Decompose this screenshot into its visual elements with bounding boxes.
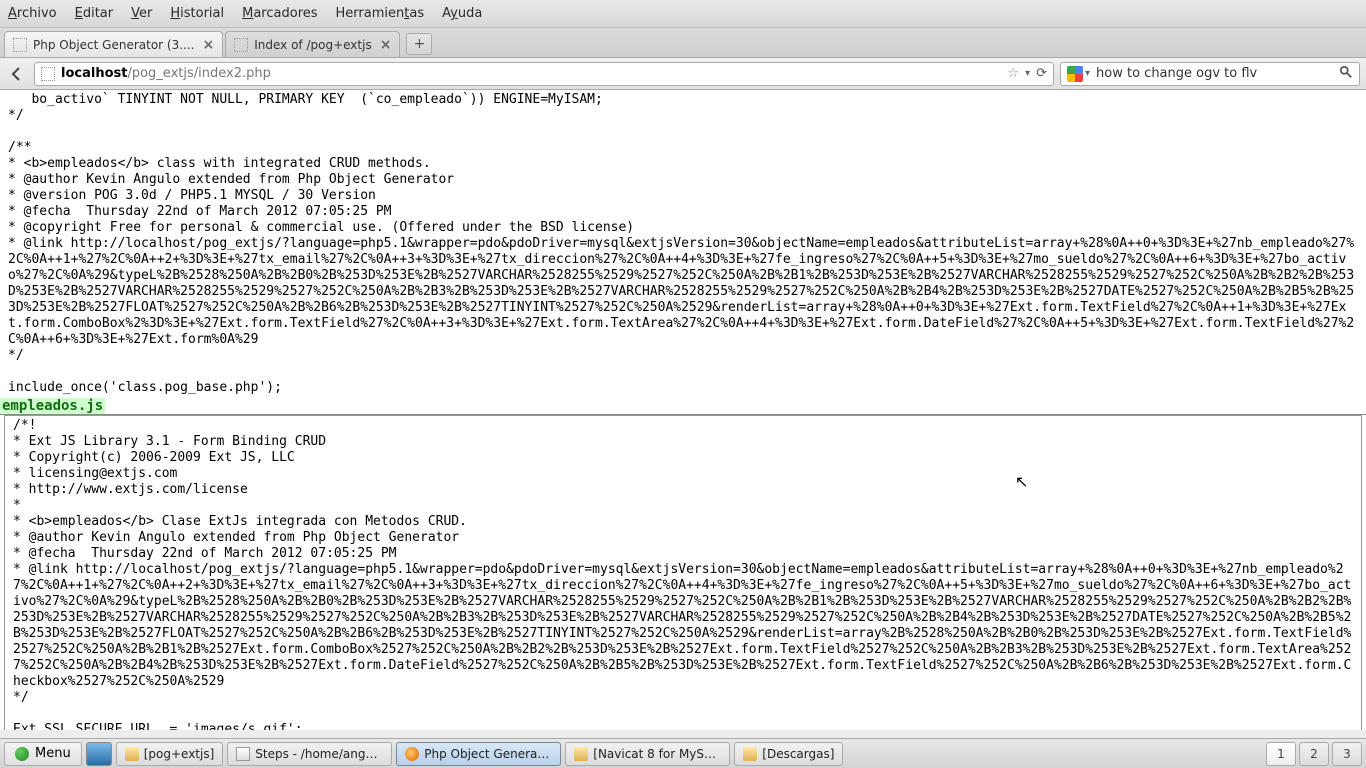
bookmark-star-icon[interactable]: ☆ bbox=[1007, 66, 1019, 81]
tab-close-icon[interactable]: × bbox=[380, 37, 392, 53]
task-items: [pog+extjs] Steps - /home/angul... Php Obj… bbox=[116, 742, 844, 766]
taskbar-item-label: Php Object Generato... bbox=[424, 747, 552, 761]
taskbar-item[interactable]: Php Object Generato... bbox=[396, 742, 561, 766]
taskbar-item-label: [pog+extjs] bbox=[144, 747, 215, 761]
show-desktop-button[interactable] bbox=[86, 742, 112, 766]
folder-icon bbox=[743, 747, 757, 761]
taskbar-item-label: [Navicat 8 for MySQL] bbox=[593, 747, 721, 761]
browser-menubar: Archivo Editar Ver Historial Marcadores … bbox=[0, 0, 1366, 28]
taskbar-item[interactable]: Steps - /home/angul... bbox=[227, 742, 392, 766]
workspace-button[interactable]: 1 bbox=[1266, 742, 1296, 766]
tab-title: Index of /pog+extjs bbox=[254, 38, 371, 52]
file-block: /*! * Ext JS Library 3.1 - Form Binding … bbox=[4, 415, 1362, 730]
url-host: localhost bbox=[61, 66, 127, 81]
mint-icon bbox=[15, 747, 29, 761]
arrow-left-icon bbox=[9, 66, 25, 82]
search-icon[interactable] bbox=[1339, 65, 1353, 83]
workspace-button[interactable]: 2 bbox=[1299, 742, 1329, 766]
search-engine-icon[interactable] bbox=[1067, 66, 1083, 82]
ff-icon bbox=[405, 747, 419, 761]
start-menu-label: Menu bbox=[35, 746, 71, 761]
search-text: how to change ogv to flv bbox=[1096, 66, 1339, 81]
menu-editar[interactable]: Editar bbox=[75, 6, 114, 21]
tab-close-icon[interactable]: × bbox=[203, 37, 215, 53]
taskbar: Menu [pog+extjs] Steps - /home/angul... Ph… bbox=[0, 738, 1366, 768]
folder-icon bbox=[125, 747, 139, 761]
search-bar[interactable]: ▾ how to change ogv to flv bbox=[1060, 62, 1360, 86]
start-menu-button[interactable]: Menu bbox=[4, 742, 82, 766]
favicon-placeholder-icon bbox=[234, 38, 248, 52]
source-view-block[interactable]: /*! * Ext JS Library 3.1 - Form Binding … bbox=[5, 416, 1361, 730]
favicon-placeholder-icon bbox=[13, 38, 27, 52]
taskbar-item[interactable]: [Navicat 8 for MySQL] bbox=[565, 742, 730, 766]
menu-herramientas[interactable]: Herramientas bbox=[336, 6, 425, 21]
url-bar[interactable]: localhost/pog_extjs/index2.php ☆ ▾ ⟳ bbox=[34, 62, 1054, 86]
url-path: /pog_extjs/index2.php bbox=[127, 66, 270, 81]
workspace-switcher: 123 bbox=[1266, 742, 1362, 766]
taskbar-item-label: [Descargas] bbox=[762, 747, 834, 761]
menu-archivo[interactable]: Archivo bbox=[8, 6, 57, 21]
menu-ver[interactable]: Ver bbox=[131, 6, 152, 21]
browser-tabbar: Php Object Generator (3.... × Index of /… bbox=[0, 28, 1366, 58]
text-icon bbox=[236, 747, 250, 761]
reload-icon[interactable]: ⟳ bbox=[1036, 66, 1047, 81]
page-content: bo_activo` TINYINT NOT NULL, PRIMARY KEY… bbox=[0, 90, 1366, 730]
menu-ayuda[interactable]: Ayuda bbox=[442, 6, 482, 21]
back-button[interactable] bbox=[6, 63, 28, 85]
source-view-top[interactable]: bo_activo` TINYINT NOT NULL, PRIMARY KEY… bbox=[0, 90, 1366, 398]
file-heading: empleados.js bbox=[0, 398, 105, 414]
menu-marcadores[interactable]: Marcadores bbox=[242, 6, 317, 21]
url-text: localhost/pog_extjs/index2.php bbox=[61, 66, 1003, 81]
menu-historial[interactable]: Historial bbox=[170, 6, 224, 21]
taskbar-item[interactable]: [Descargas] bbox=[734, 742, 843, 766]
workspace-button[interactable]: 3 bbox=[1332, 742, 1362, 766]
url-dropdown-icon[interactable]: ▾ bbox=[1025, 68, 1030, 79]
browser-navbar: localhost/pog_extjs/index2.php ☆ ▾ ⟳ ▾ h… bbox=[0, 58, 1366, 90]
taskbar-item-label: Steps - /home/angul... bbox=[255, 747, 383, 761]
tab-inactive[interactable]: Index of /pog+extjs × bbox=[225, 31, 400, 57]
page-icon bbox=[41, 67, 55, 81]
search-engine-dropdown-icon[interactable]: ▾ bbox=[1085, 68, 1090, 79]
tab-active[interactable]: Php Object Generator (3.... × bbox=[4, 31, 223, 57]
new-tab-button[interactable]: + bbox=[406, 33, 432, 55]
tab-title: Php Object Generator (3.... bbox=[33, 38, 195, 52]
db-icon bbox=[574, 747, 588, 761]
taskbar-item[interactable]: [pog+extjs] bbox=[116, 742, 224, 766]
